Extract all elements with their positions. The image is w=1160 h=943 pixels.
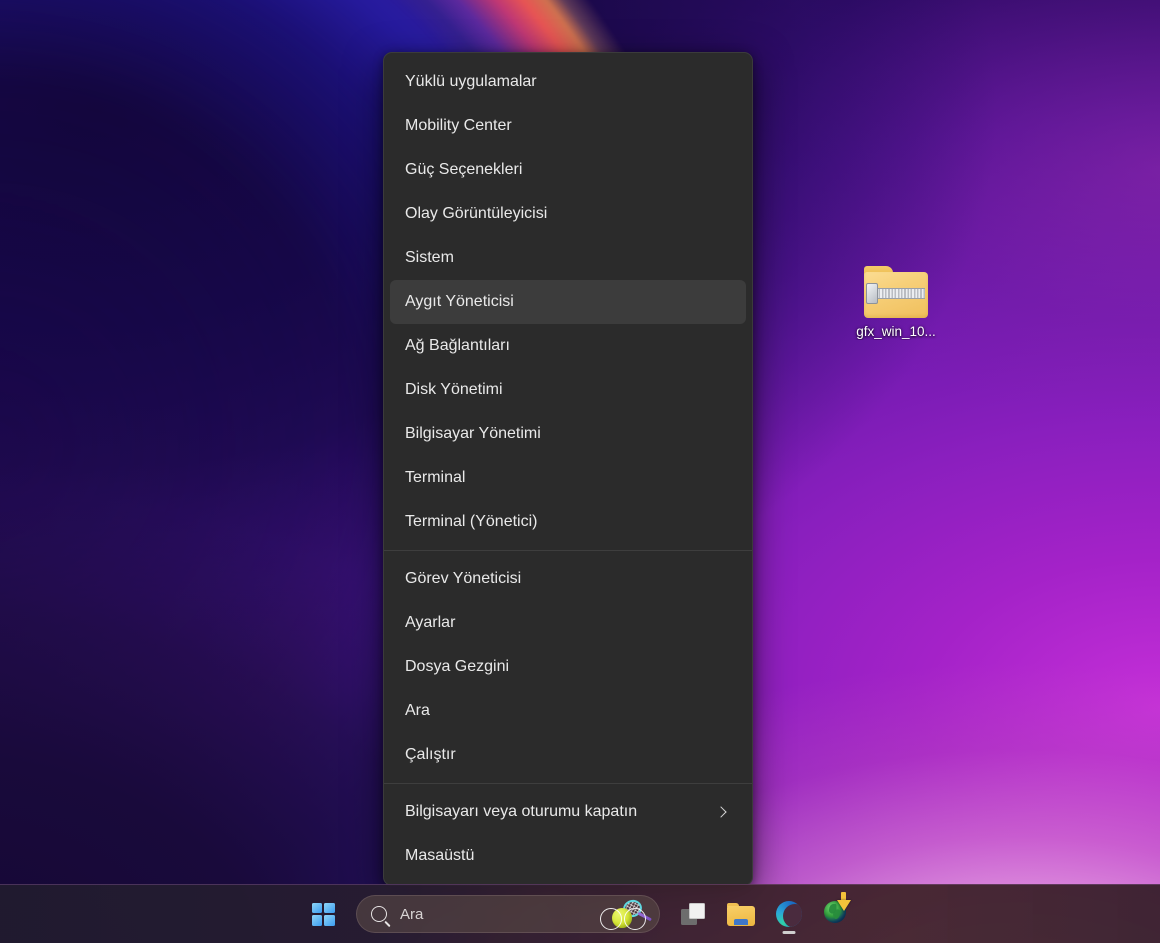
menu-item-label: Çalıştır (405, 746, 456, 763)
menu-item-desktop[interactable]: Masaüstü (390, 834, 746, 878)
menu-item-network-connections[interactable]: Ağ Bağlantıları (390, 324, 746, 368)
start-button[interactable] (299, 890, 347, 938)
menu-group-session: Bilgisayarı veya oturumu kapatın Masaüst… (384, 790, 752, 878)
menu-item-label: Ağ Bağlantıları (405, 337, 510, 354)
menu-separator-1 (384, 550, 752, 551)
menu-item-terminal[interactable]: Terminal (390, 456, 746, 500)
menu-item-file-explorer[interactable]: Dosya Gezgini (390, 645, 746, 689)
menu-item-label: Terminal (405, 469, 466, 486)
zipped-folder-icon (864, 266, 928, 318)
desktop[interactable]: gfx_win_10... Yüklü uygulamalar Mobility… (0, 0, 1160, 943)
download-manager-button[interactable] (813, 890, 861, 938)
menu-item-mobility-center[interactable]: Mobility Center (390, 104, 746, 148)
menu-item-disk-management[interactable]: Disk Yönetimi (390, 368, 746, 412)
task-view-icon (681, 903, 705, 925)
menu-item-label: Ayarlar (405, 614, 456, 631)
desktop-icon-label: gfx_win_10... (856, 324, 936, 339)
menu-group-system-tools: Yüklü uygulamalar Mobility Center Güç Se… (384, 60, 752, 544)
menu-item-label: Görev Yöneticisi (405, 570, 522, 587)
logo-pane-4 (324, 915, 335, 926)
active-app-indicator (782, 931, 796, 934)
menu-group-shell-tools: Görev Yöneticisi Ayarlar Dosya Gezgini A… (384, 557, 752, 777)
globe-arrow-icon (824, 892, 851, 927)
file-explorer-button[interactable] (717, 890, 765, 938)
menu-item-label: Ara (405, 702, 430, 719)
edge-inner-cut (783, 904, 802, 927)
menu-item-label: Masaüstü (405, 847, 475, 864)
task-view-square-front (689, 903, 705, 919)
taskbar-icon-cluster: Ara (299, 890, 861, 938)
taskbar-search-box[interactable]: Ara (356, 895, 660, 933)
menu-item-label: Mobility Center (405, 117, 512, 134)
menu-item-device-manager[interactable]: Aygıt Yöneticisi (390, 280, 746, 324)
logo-pane-2 (324, 902, 335, 913)
menu-item-system[interactable]: Sistem (390, 236, 746, 280)
menu-item-computer-management[interactable]: Bilgisayar Yönetimi (390, 412, 746, 456)
logo-pane-3 (311, 915, 322, 926)
menu-item-power-options[interactable]: Güç Seçenekleri (390, 148, 746, 192)
tennis-ball (600, 908, 646, 930)
menu-item-event-viewer[interactable]: Olay Görüntüleyicisi (390, 192, 746, 236)
menu-item-installed-apps[interactable]: Yüklü uygulamalar (390, 60, 746, 104)
taskbar[interactable]: Ara (0, 884, 1160, 943)
menu-item-label: Güç Seçenekleri (405, 161, 523, 178)
task-view-button[interactable] (669, 890, 717, 938)
menu-item-label: Olay Görüntüleyicisi (405, 205, 548, 222)
menu-item-label: Disk Yönetimi (405, 381, 503, 398)
menu-separator-2 (384, 783, 752, 784)
winx-quick-link-menu[interactable]: Yüklü uygulamalar Mobility Center Güç Se… (383, 52, 753, 886)
folder-band (734, 918, 748, 925)
menu-item-shut-down-or-sign-out[interactable]: Bilgisayarı veya oturumu kapatın (390, 790, 746, 834)
desktop-icon-gfx-win-10[interactable]: gfx_win_10... (840, 266, 952, 340)
logo-pane-1 (311, 902, 322, 913)
edge-icon (776, 901, 802, 927)
menu-item-label: Dosya Gezgini (405, 658, 510, 675)
menu-item-task-manager[interactable]: Görev Yöneticisi (390, 557, 746, 601)
microsoft-edge-button[interactable] (765, 890, 813, 938)
menu-item-settings[interactable]: Ayarlar (390, 601, 746, 645)
zipper-pull (866, 283, 878, 304)
search-icon (371, 906, 387, 922)
menu-item-label: Terminal (Yönetici) (405, 513, 538, 530)
menu-item-terminal-admin[interactable]: Terminal (Yönetici) (390, 500, 746, 544)
menu-item-search[interactable]: Ara (390, 689, 746, 733)
chevron-right-icon (714, 805, 728, 819)
menu-item-label: Bilgisayar Yönetimi (405, 425, 541, 442)
menu-item-label: Sistem (405, 249, 454, 266)
menu-item-run[interactable]: Çalıştır (390, 733, 746, 777)
folder-icon (727, 902, 755, 926)
tennis-ball-racket-icon (600, 897, 653, 932)
menu-item-label: Bilgisayarı veya oturumu kapatın (405, 803, 638, 820)
menu-item-label: Yüklü uygulamalar (405, 73, 537, 90)
arrow-head (837, 900, 851, 911)
windows-logo-icon (311, 902, 335, 926)
menu-item-label: Aygıt Yöneticisi (405, 293, 514, 310)
